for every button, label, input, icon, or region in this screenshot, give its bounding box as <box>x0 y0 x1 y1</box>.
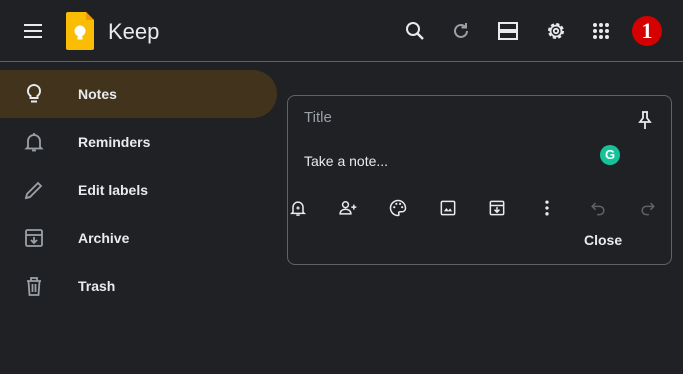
lightbulb-icon <box>22 82 46 106</box>
app-title[interactable]: Keep <box>108 19 159 45</box>
background-options-icon[interactable] <box>388 198 408 218</box>
note-body-input[interactable] <box>304 153 584 169</box>
sidebar-item-notes[interactable]: Notes <box>0 70 277 118</box>
sidebar: Notes Reminders Edit labels Archive Tras… <box>0 70 280 310</box>
settings-icon[interactable] <box>544 19 568 43</box>
sidebar-item-reminders[interactable]: Reminders <box>0 118 280 166</box>
note-title-input[interactable] <box>304 109 604 126</box>
trash-icon <box>22 274 46 298</box>
undo-icon[interactable] <box>588 198 608 218</box>
collaborator-icon[interactable] <box>338 198 358 218</box>
sidebar-item-label: Archive <box>78 230 130 246</box>
redo-icon[interactable] <box>638 198 658 218</box>
apps-icon[interactable] <box>589 19 613 43</box>
sidebar-item-archive[interactable]: Archive <box>0 214 280 262</box>
sidebar-item-label: Notes <box>78 86 117 102</box>
sidebar-item-trash[interactable]: Trash <box>0 262 280 310</box>
archive-icon[interactable] <box>487 198 507 218</box>
search-icon[interactable] <box>403 19 427 43</box>
list-view-icon[interactable] <box>496 19 520 43</box>
archive-icon <box>22 226 46 250</box>
sidebar-item-label: Edit labels <box>78 182 149 198</box>
note-toolbar <box>288 198 673 222</box>
pin-icon[interactable] <box>633 108 657 132</box>
pencil-icon <box>22 178 46 202</box>
remind-me-icon[interactable] <box>288 198 308 218</box>
notification-badge[interactable]: 1 <box>632 16 662 46</box>
note-editor: G Close <box>287 95 672 265</box>
keep-logo-icon[interactable] <box>66 12 94 50</box>
sidebar-item-edit-labels[interactable]: Edit labels <box>0 166 280 214</box>
close-button[interactable]: Close <box>584 232 622 248</box>
grammarly-icon[interactable]: G <box>600 145 620 165</box>
sidebar-item-label: Trash <box>78 278 116 294</box>
menu-icon[interactable] <box>21 19 45 43</box>
sidebar-item-label: Reminders <box>78 134 151 150</box>
bell-icon <box>22 130 46 154</box>
refresh-icon[interactable] <box>449 19 473 43</box>
top-bar: Keep 1 <box>0 0 683 62</box>
add-image-icon[interactable] <box>438 198 458 218</box>
more-icon[interactable] <box>537 198 557 218</box>
